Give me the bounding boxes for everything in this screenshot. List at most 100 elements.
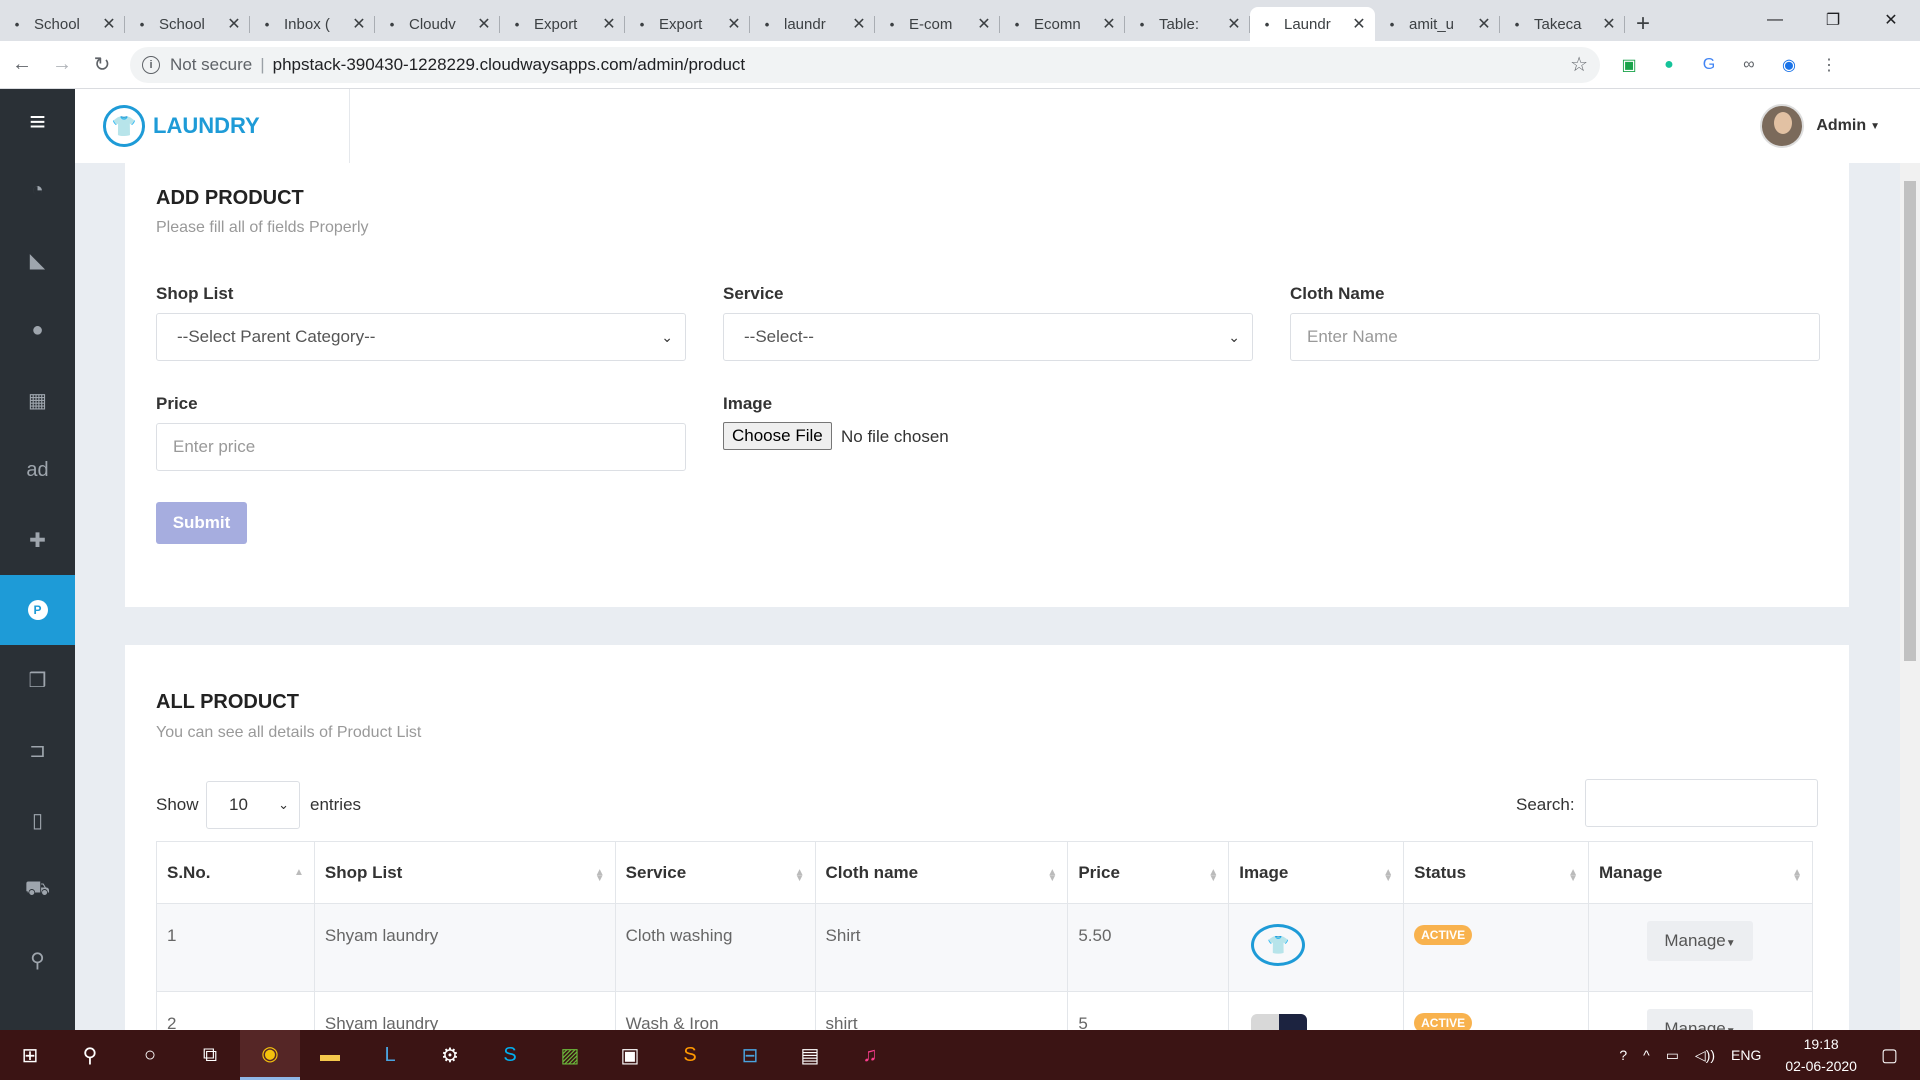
avatar[interactable] [1760,104,1805,148]
restore-icon[interactable]: ❐ [1804,0,1862,40]
lync-icon[interactable]: L [360,1030,420,1080]
price-input[interactable]: Enter price [156,423,686,471]
scrollbar-thumb[interactable] [1904,181,1916,661]
sidebar-item-gift[interactable]: ❒ [0,645,75,715]
column-header[interactable]: Cloth name ▲ ▼ [814,841,1069,904]
close-tab-icon[interactable]: ✕ [1351,14,1367,34]
windows-start-icon[interactable]: ⊞ [0,1030,60,1080]
browser-tab[interactable]: • Export ✕ [500,7,625,41]
profile-icon[interactable]: ◉ [1774,50,1804,80]
sort-icon[interactable]: ▲ ▼ [1568,868,1578,884]
user-name[interactable]: Admin [1816,117,1866,135]
user-menu[interactable]: Admin ▼ [1760,104,1880,148]
close-tab-icon[interactable]: ✕ [601,14,617,34]
caret-down-icon[interactable]: ▼ [1870,121,1880,132]
back-icon[interactable]: ← [4,47,40,83]
search-icon[interactable]: ⚲ [60,1030,120,1080]
sublime-icon[interactable]: S [660,1030,720,1080]
column-header[interactable]: Status ▲ ▼ [1403,841,1589,904]
close-tab-icon[interactable]: ✕ [726,14,742,34]
sidebar-item-ticket[interactable]: ⊐ [0,715,75,785]
sort-icon[interactable]: ▲ ▼ [1792,868,1802,884]
settings-gear-icon[interactable]: ⚙ [420,1030,480,1080]
search-input[interactable] [1585,779,1818,827]
sidebar-item-table[interactable]: ▦ [0,365,75,435]
skype-icon[interactable]: S [480,1030,540,1080]
chevron-up-icon[interactable]: ^ [1643,1047,1650,1063]
sidebar-item-user-plus[interactable]: ✚ [0,505,75,575]
browser-tab[interactable]: • amit_u ✕ [1375,7,1500,41]
browser-tab[interactable]: • E-com ✕ [875,7,1000,41]
putty-icon[interactable]: ▤ [780,1030,840,1080]
close-tab-icon[interactable]: ✕ [101,14,117,34]
chrome-taskbar-icon[interactable]: ◉ [240,1030,300,1080]
sort-icon[interactable]: ▲ [294,868,304,878]
sort-icon[interactable]: ▲ ▼ [795,868,805,884]
network-app-icon[interactable]: ⊟ [720,1030,780,1080]
column-header[interactable]: Service ▲ ▼ [614,841,816,904]
sidebar-item-dashboard[interactable]: ◔ [0,155,75,225]
notification-icon[interactable]: ▢ [1881,1045,1898,1066]
reload-icon[interactable]: ↻ [84,47,120,83]
manage-dropdown-button[interactable]: Manage▼ [1647,1009,1753,1030]
close-tab-icon[interactable]: ✕ [1601,14,1617,34]
sidebar-item-cart[interactable]: ⛟ [0,855,75,925]
browser-tab[interactable]: • Table: ✕ [1125,7,1250,41]
column-header[interactable]: Image ▲ ▼ [1228,841,1405,904]
forward-icon[interactable]: → [44,47,80,83]
info-icon[interactable]: i [142,55,160,74]
sidebar-item-ad[interactable]: ad [0,435,75,505]
close-tab-icon[interactable]: ✕ [1226,14,1242,34]
sort-icon[interactable]: ▲ ▼ [1208,868,1218,884]
sidebar-item-product[interactable]: P [0,575,75,645]
sort-icon[interactable]: ▲ ▼ [595,868,605,884]
column-header[interactable]: S.No. ▲ [156,841,315,904]
choose-file-button[interactable]: Choose File [723,422,832,450]
close-window-icon[interactable]: ✕ [1862,0,1920,40]
browser-tab[interactable]: • Takeca ✕ [1500,7,1625,41]
cortana-icon[interactable]: ○ [120,1030,180,1080]
close-tab-icon[interactable]: ✕ [976,14,992,34]
sidebar-item-send[interactable]: ◣ [0,225,75,295]
volume-icon[interactable]: ◁)) [1695,1047,1715,1064]
browser-tab[interactable]: • Laundr ✕ [1250,7,1375,41]
help-icon[interactable]: ? [1619,1047,1627,1063]
sidebar-item-user[interactable]: ● [0,295,75,365]
close-tab-icon[interactable]: ✕ [851,14,867,34]
itunes-icon[interactable]: ♫ [840,1030,900,1080]
manage-dropdown-button[interactable]: Manage▼ [1647,921,1753,961]
tv-extension-icon[interactable]: ▣ [1614,50,1644,80]
sort-icon[interactable]: ▲ ▼ [1047,868,1057,884]
browser-tab[interactable]: • Export ✕ [625,7,750,41]
bookmark-star-icon[interactable]: ☆ [1570,52,1588,77]
address-bar[interactable]: i Not secure | phpstack-390430-1228229.c… [130,46,1600,83]
close-tab-icon[interactable]: ✕ [476,14,492,34]
shop-list-select[interactable]: --Select Parent Category-- ⌄ [156,313,686,361]
column-header[interactable]: Shop List ▲ ▼ [313,841,616,904]
sidebar-item-bell[interactable]: ⚲ [0,925,75,995]
cloth-name-input[interactable]: Enter Name [1290,313,1820,361]
brand-logo[interactable]: 👕 LAUNDRY [75,89,350,163]
close-tab-icon[interactable]: ✕ [351,14,367,34]
sidebar-item-phone[interactable]: ▯ [0,785,75,855]
service-select[interactable]: --Select-- ⌄ [723,313,1253,361]
task-view-icon[interactable]: ⧉ [180,1030,240,1080]
close-tab-icon[interactable]: ✕ [226,14,242,34]
translate-icon[interactable]: G [1694,50,1724,80]
page-scrollbar[interactable] [1900,163,1920,1030]
close-tab-icon[interactable]: ✕ [1101,14,1117,34]
minimize-icon[interactable]: — [1746,0,1804,40]
menu-dots-icon[interactable]: ⋮ [1814,50,1844,80]
network-icon[interactable]: ▭ [1666,1047,1679,1064]
url-text[interactable]: phpstack-390430-1228229.cloudwaysapps.co… [273,55,1570,75]
browser-tab[interactable]: • laundr ✕ [750,7,875,41]
browser-tab[interactable]: • School ✕ [125,7,250,41]
column-header[interactable]: Price ▲ ▼ [1067,841,1230,904]
hamburger-menu-icon[interactable]: ≡ [0,89,75,155]
close-tab-icon[interactable]: ✕ [1476,14,1492,34]
browser-tab[interactable]: • School ✕ [0,7,125,41]
column-header[interactable]: Manage ▲ ▼ [1588,841,1813,904]
submit-button[interactable]: Submit [156,502,247,544]
grammarly-icon[interactable]: ● [1654,50,1684,80]
language-indicator[interactable]: ENG [1731,1047,1761,1063]
